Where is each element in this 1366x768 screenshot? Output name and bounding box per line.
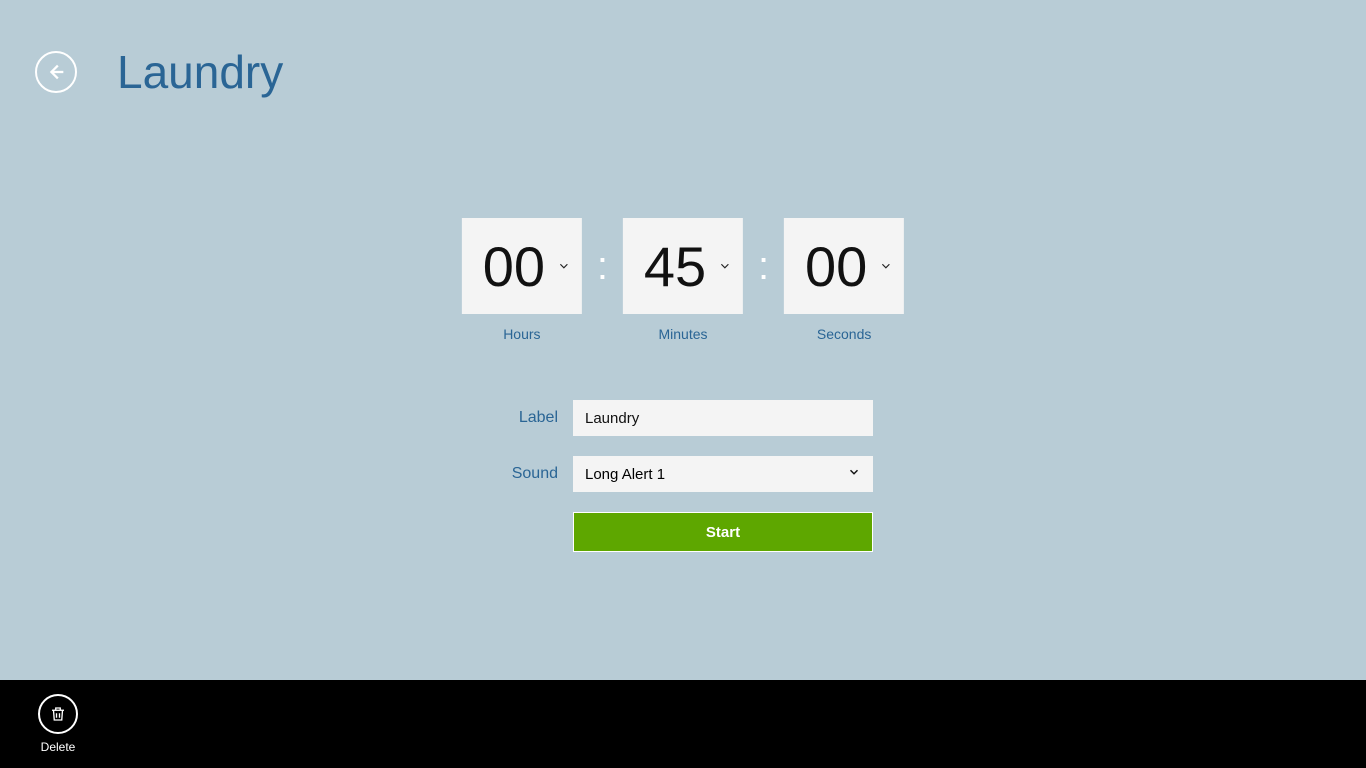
sound-caption: Sound <box>512 465 558 483</box>
page-title: Laundry <box>117 45 283 99</box>
start-button[interactable]: Start <box>573 512 873 552</box>
time-separator: : <box>597 218 608 314</box>
label-row: Label <box>493 400 873 436</box>
chevron-down-icon <box>557 259 571 273</box>
trash-icon <box>38 694 78 734</box>
minutes-unit-label: Minutes <box>658 326 707 342</box>
label-caption: Label <box>519 409 558 427</box>
time-picker: 00 Hours : 45 Minutes : 00 Seconds <box>462 218 904 342</box>
time-separator: : <box>758 218 769 314</box>
header: Laundry <box>35 45 283 99</box>
start-button-label: Start <box>706 524 740 541</box>
seconds-value: 00 <box>805 234 867 299</box>
back-button[interactable] <box>35 51 77 93</box>
chevron-down-icon <box>718 259 732 273</box>
form-area: Label Sound Long Alert 1 Start <box>493 400 873 552</box>
minutes-value: 45 <box>644 234 706 299</box>
seconds-unit-label: Seconds <box>817 326 871 342</box>
delete-button[interactable]: Delete <box>38 694 78 754</box>
delete-label: Delete <box>41 740 76 754</box>
hours-selector[interactable]: 00 <box>462 218 582 314</box>
seconds-column: 00 Seconds <box>784 218 904 342</box>
app-bar: Delete <box>0 680 1366 768</box>
hours-value: 00 <box>483 234 545 299</box>
arrow-left-icon <box>45 61 67 83</box>
minutes-column: 45 Minutes <box>623 218 743 342</box>
sound-select[interactable]: Long Alert 1 <box>573 456 873 492</box>
hours-column: 00 Hours <box>462 218 582 342</box>
sound-value: Long Alert 1 <box>585 466 665 483</box>
label-input[interactable] <box>573 400 873 436</box>
chevron-down-icon <box>879 259 893 273</box>
chevron-down-icon <box>847 465 861 483</box>
minutes-selector[interactable]: 45 <box>623 218 743 314</box>
sound-row: Sound Long Alert 1 <box>493 456 873 492</box>
seconds-selector[interactable]: 00 <box>784 218 904 314</box>
hours-unit-label: Hours <box>503 326 540 342</box>
